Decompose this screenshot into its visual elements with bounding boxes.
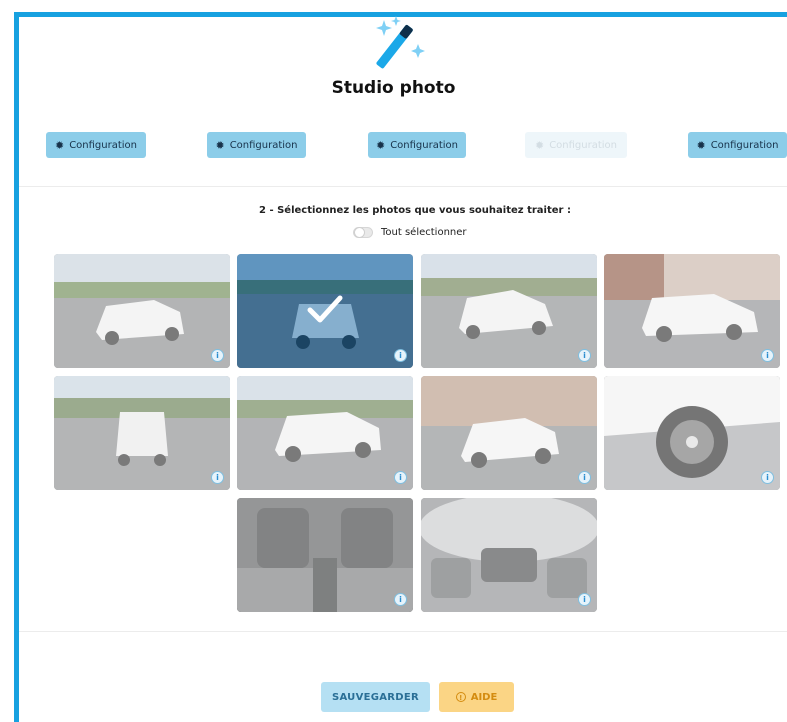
configuration-button-3[interactable]: ✹ Configuration xyxy=(368,132,466,158)
gear-icon: ✹ xyxy=(54,138,65,152)
divider xyxy=(19,631,787,632)
photo-tile[interactable]: i xyxy=(421,254,597,368)
select-all-label: Tout sélectionner xyxy=(381,227,467,238)
configuration-label: Configuration xyxy=(229,139,298,151)
select-all-row: Tout sélectionner xyxy=(353,227,467,238)
photo-tile[interactable]: i xyxy=(604,376,780,490)
photo-tile[interactable]: i xyxy=(54,254,230,368)
info-icon[interactable]: i xyxy=(578,593,591,606)
info-icon[interactable]: i xyxy=(211,471,224,484)
info-circle-icon: ! xyxy=(455,692,466,702)
info-icon[interactable]: i xyxy=(761,471,774,484)
gear-icon: ✹ xyxy=(696,138,706,152)
info-icon[interactable]: i xyxy=(394,593,407,606)
info-icon[interactable]: i xyxy=(211,349,224,362)
configuration-label: Configuration xyxy=(390,139,459,151)
magic-wand-icon xyxy=(376,16,425,69)
check-icon xyxy=(307,295,343,323)
configuration-button-1[interactable]: ✹ Configuration xyxy=(46,132,146,158)
info-icon[interactable]: i xyxy=(578,471,591,484)
configuration-button-5[interactable]: ✹ Configuration xyxy=(688,132,787,158)
configuration-button-2[interactable]: ✹ Configuration xyxy=(207,132,306,158)
divider xyxy=(19,186,787,187)
save-button[interactable]: SAUVEGARDER xyxy=(321,682,430,712)
configuration-button-4[interactable]: ✹ Configuration xyxy=(525,132,627,158)
info-icon[interactable]: i xyxy=(394,471,407,484)
info-icon[interactable]: i xyxy=(394,349,407,362)
info-icon[interactable]: i xyxy=(761,349,774,362)
photo-tile[interactable]: i xyxy=(604,254,780,368)
selection-instruction: 2 - Sélectionnez les photos que vous sou… xyxy=(259,205,571,216)
configuration-label: Configuration xyxy=(710,139,779,151)
help-label: AIDE xyxy=(470,691,498,703)
info-icon[interactable]: i xyxy=(578,349,591,362)
page-title: Studio photo xyxy=(331,78,456,98)
photo-tile[interactable]: i xyxy=(54,376,230,490)
photo-tile[interactable]: i xyxy=(421,498,597,612)
gear-icon: ✹ xyxy=(534,138,545,152)
gear-icon: ✹ xyxy=(375,138,386,152)
photo-tile[interactable]: i xyxy=(237,376,413,490)
photo-tile[interactable]: i xyxy=(237,254,413,368)
photo-tile[interactable]: i xyxy=(421,376,597,490)
configuration-label: Configuration xyxy=(69,139,138,151)
gear-icon: ✹ xyxy=(215,138,225,152)
configuration-label: Configuration xyxy=(549,139,618,151)
select-all-toggle[interactable] xyxy=(353,227,373,238)
photo-tile[interactable]: i xyxy=(237,498,413,612)
help-button[interactable]: ! AIDE xyxy=(439,682,514,712)
